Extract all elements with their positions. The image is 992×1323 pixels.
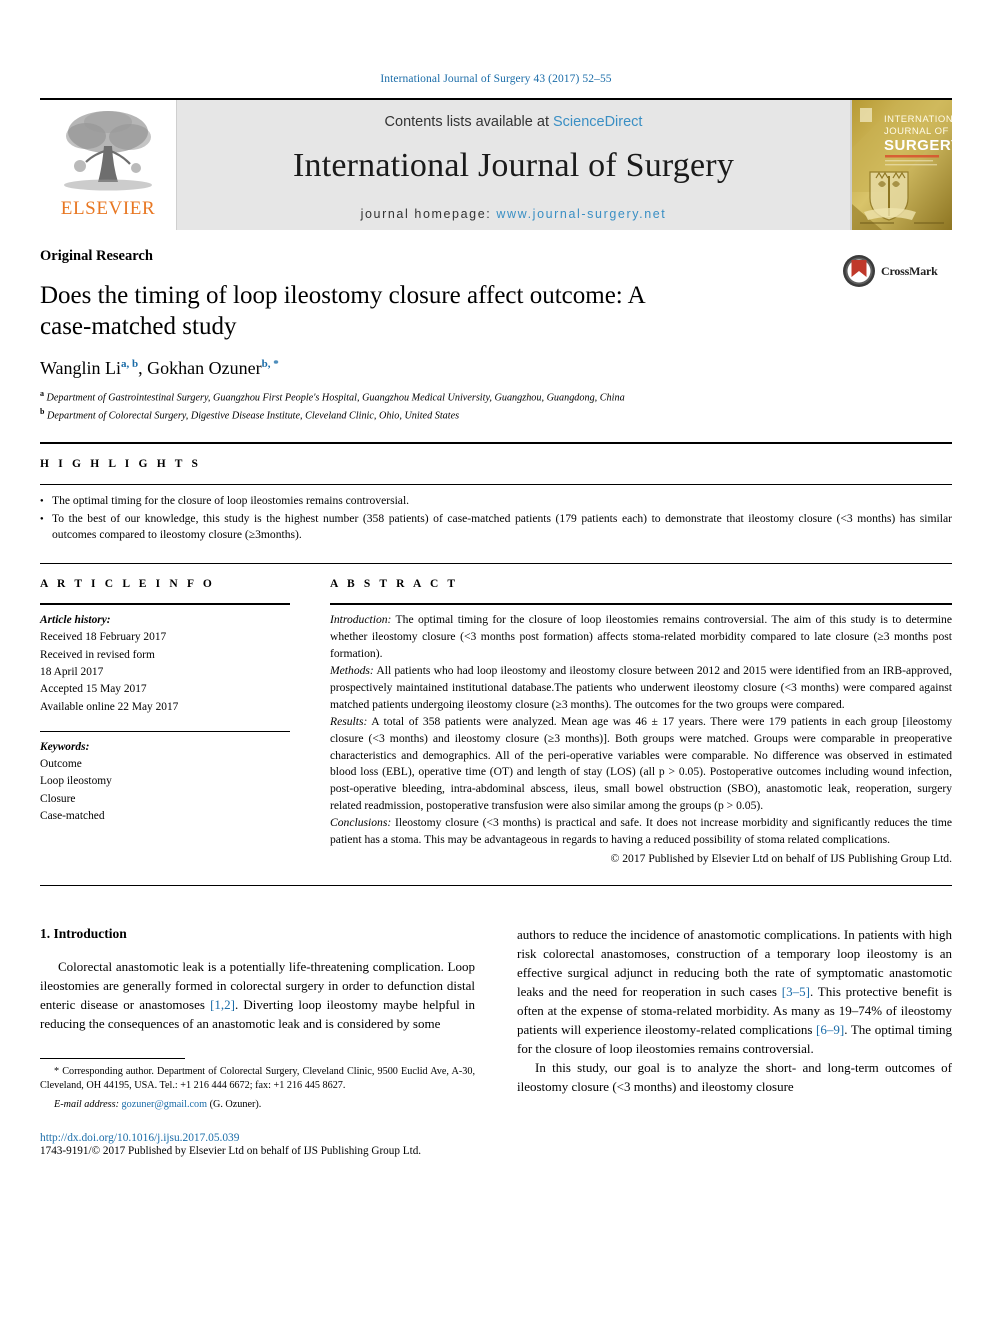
- abstract-paragraph-introduction: Introduction: The optimal timing for the…: [330, 612, 952, 663]
- citation-link[interactable]: [3–5]: [782, 984, 810, 999]
- crossmark-label: CrossMark: [881, 263, 938, 278]
- svg-text:JOURNAL OF: JOURNAL OF: [884, 126, 949, 137]
- body-paragraph: authors to reduce the incidence of anast…: [517, 926, 952, 1059]
- highlights-heading: H I G H L I G H T S: [40, 457, 202, 470]
- elsevier-logo: ELSEVIER: [40, 100, 176, 230]
- info-abstract-section: A R T I C L E I N F O Article history: R…: [40, 564, 952, 865]
- abstract-label-conclusions: Conclusions:: [330, 816, 392, 830]
- article-history-line: 18 April 2017: [40, 665, 104, 678]
- journal-homepage-line: journal homepage: www.journal-surgery.ne…: [361, 207, 667, 221]
- abstract-paragraph-methods: Methods: All patients who had loop ileos…: [330, 663, 952, 714]
- journal-homepage-link[interactable]: www.journal-surgery.net: [496, 207, 666, 221]
- crossmark-icon: [843, 255, 875, 287]
- page-title: Does the timing of loop ileostomy closur…: [40, 282, 645, 340]
- journal-masthead: ELSEVIER Contents lists available at Sci…: [40, 98, 952, 232]
- article-info-column: A R T I C L E I N F O Article history: R…: [40, 578, 330, 865]
- affiliation-b-text: Department of Colorectal Surgery, Digest…: [47, 410, 460, 422]
- elsevier-wordmark: ELSEVIER: [60, 198, 156, 219]
- corresponding-author-footnote: * Corresponding author. Department of Co…: [40, 1065, 475, 1094]
- highlights-divider: [40, 483, 952, 485]
- abstract-column: A B S T R A C T Introduction: The optima…: [330, 578, 952, 865]
- highlights-section: H I G H L I G H T S The optimal timing f…: [40, 444, 952, 544]
- author-name-2: Gokhan Ozuner: [147, 358, 262, 378]
- author-name-1: Wanglin Li: [40, 358, 122, 378]
- journal-cover-thumbnail: INTERNATIONAL JOURNAL OF SURGERY: [851, 100, 952, 230]
- affiliation-a-mark: a: [40, 389, 44, 398]
- svg-text:INTERNATIONAL: INTERNATIONAL: [884, 114, 952, 125]
- abstract-paragraph-results: Results: A total of 358 patients were an…: [330, 714, 952, 816]
- abstract-label-introduction: Introduction:: [330, 613, 392, 627]
- body-paragraph: In this study, our goal is to analyze th…: [517, 1059, 952, 1094]
- abstract-copyright: © 2017 Published by Elsevier Ltd on beha…: [610, 852, 952, 866]
- masthead-center: Contents lists available at ScienceDirec…: [176, 100, 851, 230]
- article-type-kicker: Original Research: [40, 248, 153, 264]
- abstract-label-results: Results:: [330, 714, 368, 728]
- abstract-label-methods: Methods:: [330, 663, 374, 677]
- journal-title: International Journal of Surgery: [292, 147, 735, 184]
- article-history-label: Article history:: [40, 614, 111, 627]
- body-paragraph: Colorectal anastomotic leak is a potenti…: [40, 958, 475, 1034]
- article-history-line: Accepted 15 May 2017: [40, 683, 147, 696]
- author-2-affiliation-marks: b, *: [261, 358, 279, 370]
- running-head: International Journal of Surgery 43 (201…: [380, 73, 612, 85]
- footnote-divider: [40, 1057, 185, 1059]
- keywords-divider: [40, 730, 290, 732]
- email-footnote: E-mail address: gozuner@gmail.com (G. Oz…: [40, 1098, 475, 1112]
- email-address-label: E-mail address:: [54, 1098, 119, 1110]
- keyword-item: Outcome: [40, 758, 82, 770]
- keyword-item: Case-matched: [40, 809, 105, 822]
- abstract-text-conclusions: Ileostomy closure (<3 months) is practic…: [330, 816, 952, 847]
- keywords-label: Keywords:: [40, 740, 90, 753]
- article-info-heading: A R T I C L E I N F O: [40, 578, 215, 591]
- affiliation-a: a Department of Gastrointestinal Surgery…: [40, 388, 952, 406]
- contents-available-line: Contents lists available at ScienceDirec…: [385, 114, 643, 130]
- article-body: 1. Introduction Colorectal anastomotic l…: [40, 886, 952, 1157]
- affiliation-b-mark: b: [40, 406, 45, 416]
- crossmark-badge[interactable]: CrossMark: [842, 254, 952, 288]
- asterisk-icon: *: [54, 1065, 60, 1077]
- abstract-divider: [330, 603, 952, 606]
- abstract-text-introduction: The optimal timing for the closure of lo…: [330, 613, 952, 660]
- issn-copyright-line: 1743-9191/© 2017 Published by Elsevier L…: [40, 1145, 475, 1157]
- journal-cover-image: INTERNATIONAL JOURNAL OF SURGERY: [852, 100, 952, 230]
- email-link[interactable]: gozuner@gmail.com: [122, 1099, 207, 1110]
- article-history-line: Received 18 February 2017: [40, 631, 167, 644]
- keyword-item: Loop ileostomy: [40, 775, 112, 788]
- keyword-item: Closure: [40, 792, 76, 805]
- article-info-divider: [40, 603, 290, 606]
- elsevier-tree-icon: [64, 111, 152, 191]
- abstract-text-results: A total of 358 patients were analyzed. M…: [330, 714, 952, 813]
- author-separator: ,: [138, 358, 148, 378]
- affiliation-b: b Department of Colorectal Surgery, Dige…: [40, 406, 952, 424]
- email-owner: (G. Ozuner).: [207, 1098, 262, 1110]
- body-column-left: 1. Introduction Colorectal anastomotic l…: [40, 926, 475, 1157]
- abstract-paragraph-conclusions: Conclusions: Ileostomy closure (<3 month…: [330, 815, 952, 849]
- article-history-line: Available online 22 May 2017: [40, 700, 179, 713]
- body-column-right: authors to reduce the incidence of anast…: [517, 926, 952, 1157]
- homepage-prefix: journal homepage:: [360, 207, 497, 221]
- title-block: CrossMark Original Research Does the tim…: [40, 232, 952, 424]
- issn-copyright-text: © 2017 Published by Elsevier Ltd on beha…: [91, 1145, 422, 1158]
- section-heading-introduction: 1. Introduction: [40, 926, 127, 942]
- doi-link[interactable]: http://dx.doi.org/10.1016/j.ijsu.2017.05…: [40, 1132, 475, 1144]
- issn-number: 1743-9191/: [40, 1145, 92, 1158]
- highlight-item: The optimal timing for the closure of lo…: [40, 493, 952, 510]
- sciencedirect-link[interactable]: ScienceDirect: [553, 114, 642, 130]
- abstract-text-methods: All patients who had loop ileostomy and …: [330, 663, 952, 711]
- article-history-line: Received in revised form: [40, 648, 155, 661]
- author-1-affiliation-marks: a, b: [121, 358, 139, 370]
- article-page: International Journal of Surgery 43 (201…: [0, 0, 992, 1323]
- affiliation-a-text: Department of Gastrointestinal Surgery, …: [46, 392, 625, 404]
- highlight-item: To the best of our knowledge, this study…: [40, 511, 952, 545]
- svg-text:SURGERY: SURGERY: [884, 137, 952, 154]
- corresponding-author-text: Corresponding author. Department of Colo…: [40, 1065, 475, 1092]
- contents-prefix: Contents lists available at: [384, 114, 553, 130]
- citation-link[interactable]: [1,2]: [210, 997, 235, 1012]
- citation-link[interactable]: [6–9]: [816, 1022, 844, 1037]
- abstract-heading: A B S T R A C T: [330, 578, 459, 591]
- author-list: Wanglin Lia, b, Gokhan Ozunerb, *: [40, 358, 952, 379]
